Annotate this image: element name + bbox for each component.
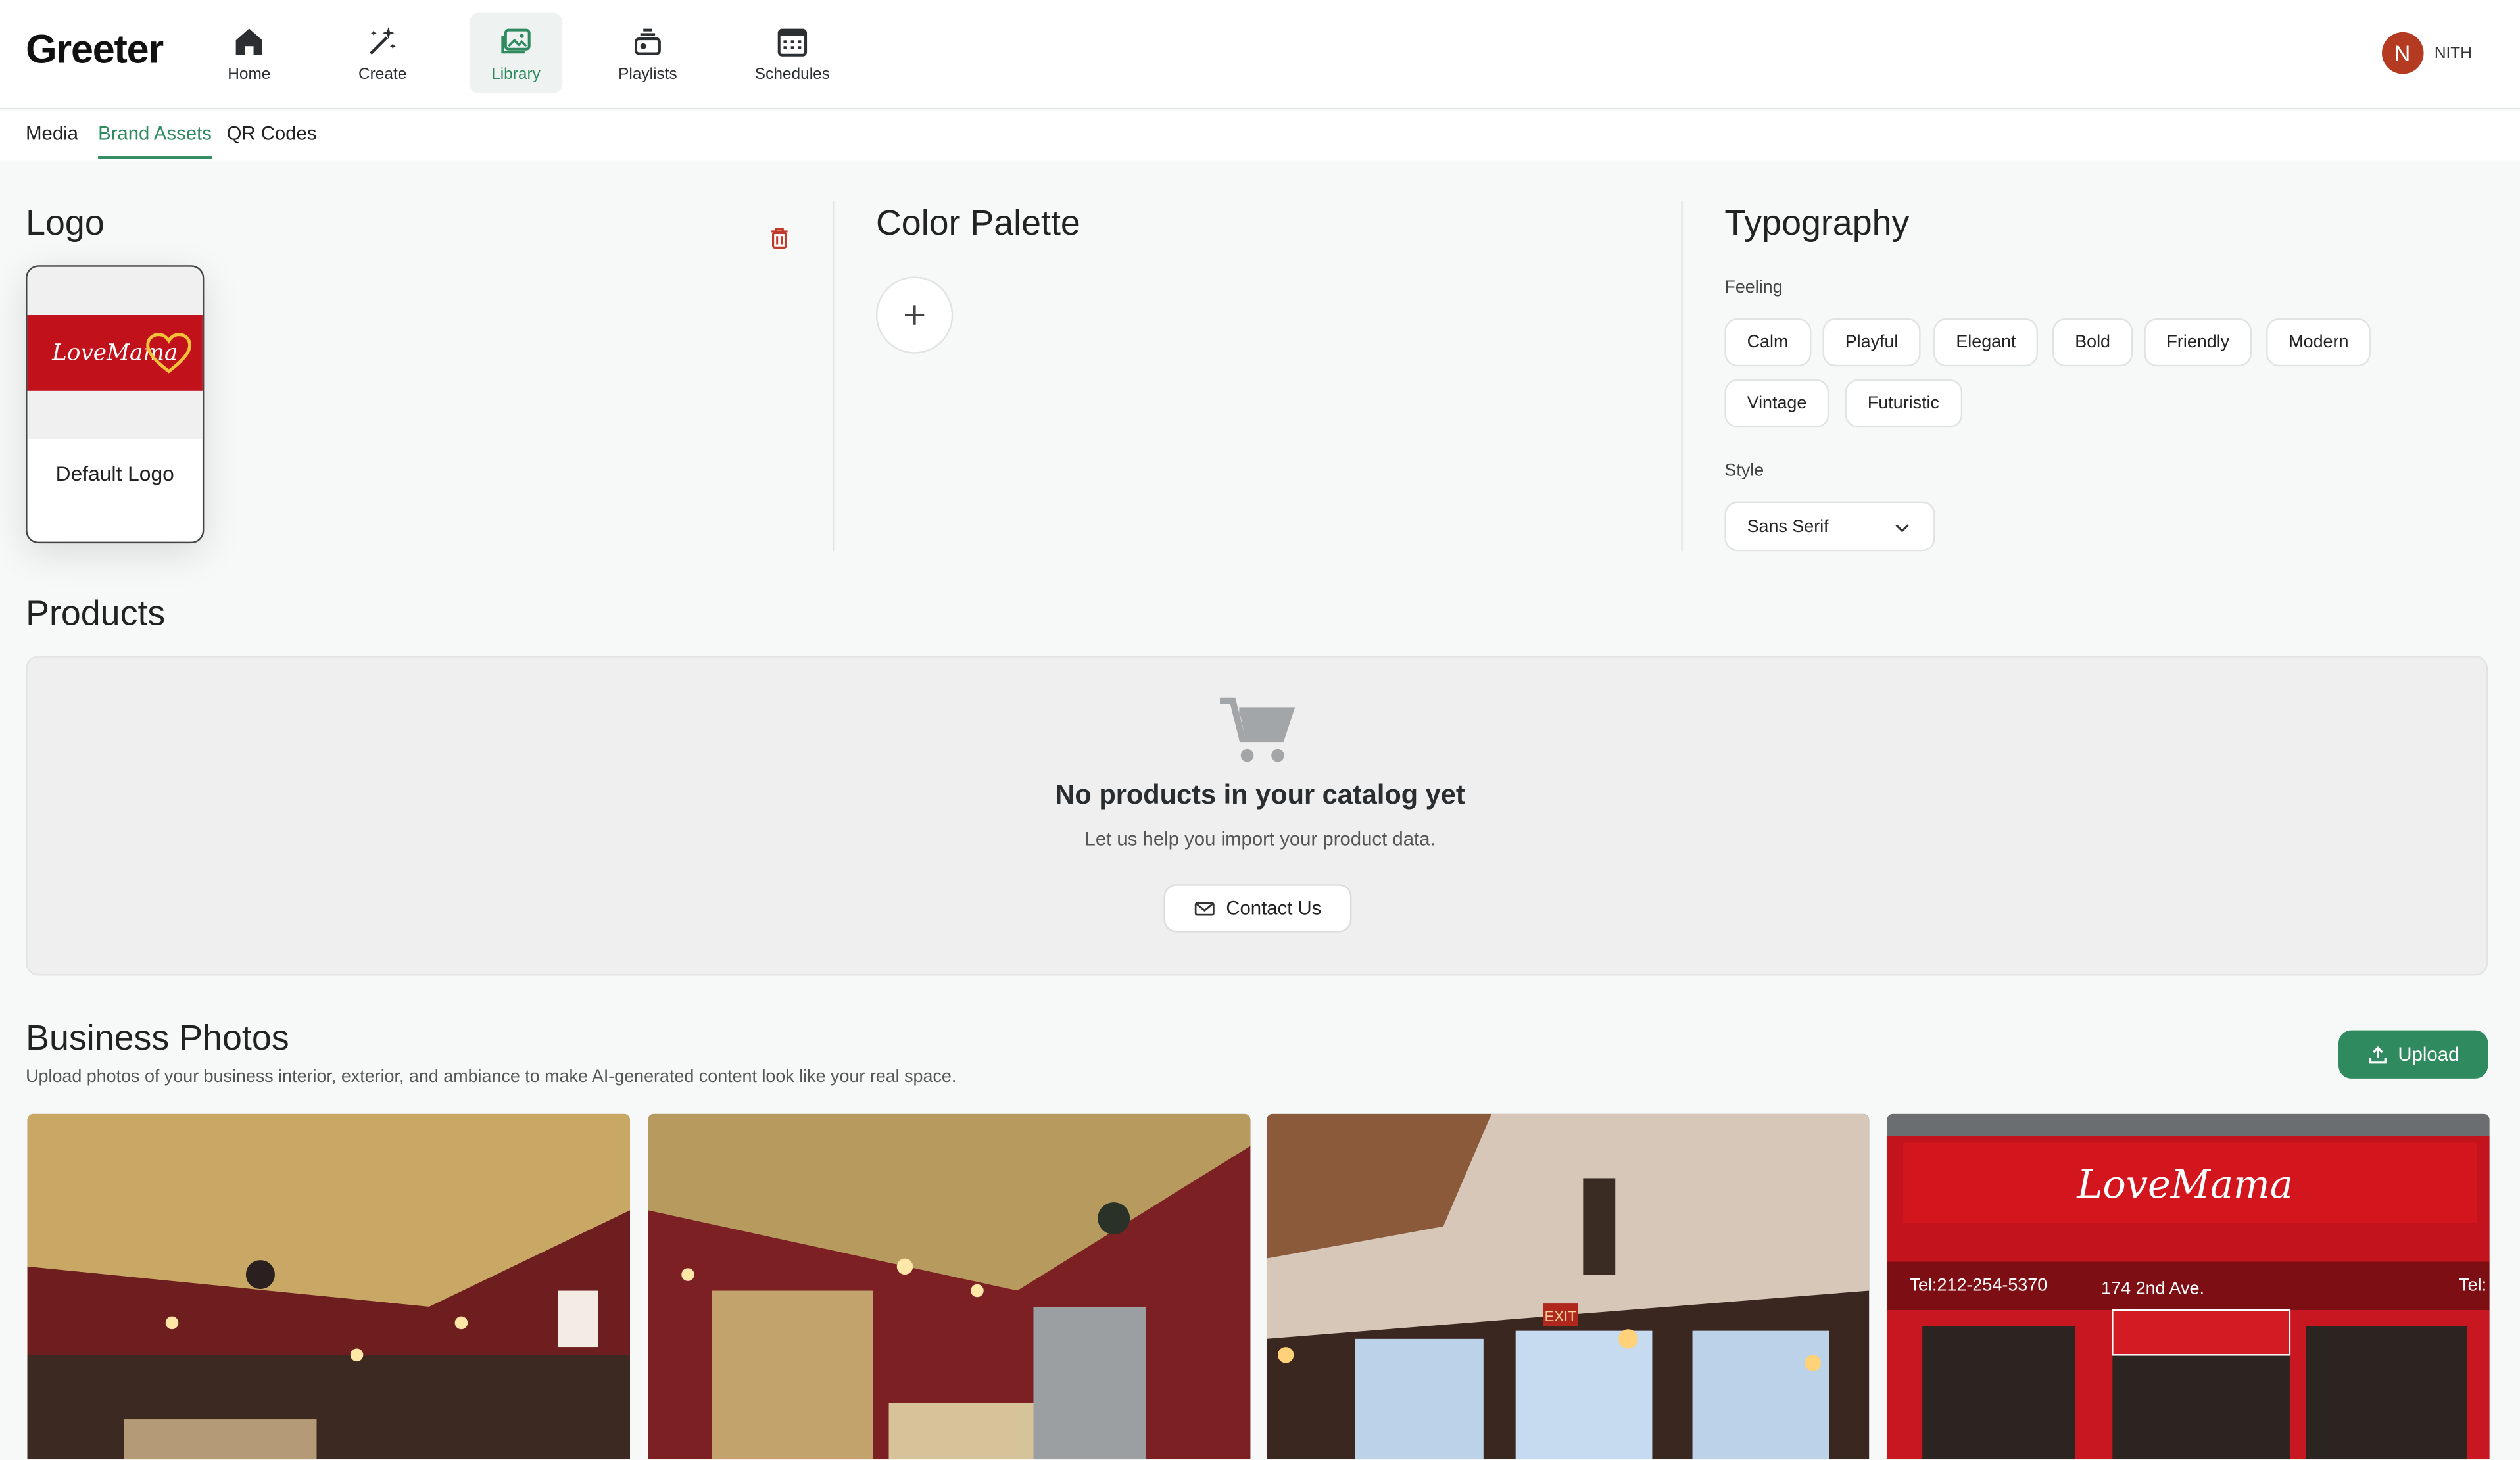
business-photos-subtitle: Upload photos of your business interior,… bbox=[26, 1067, 957, 1087]
plus-icon bbox=[904, 305, 925, 325]
storefront-sign: LoveMama bbox=[2076, 1161, 2293, 1207]
contact-us-button[interactable]: Contact Us bbox=[1163, 884, 1352, 933]
business-photo[interactable] bbox=[647, 1113, 1251, 1460]
chevron-down-icon bbox=[1895, 524, 1909, 533]
nav-playlists-label: Playlists bbox=[618, 64, 677, 83]
color-palette-title: Color Palette bbox=[875, 202, 1080, 243]
feeling-chip-playful[interactable]: Playful bbox=[1822, 318, 1921, 367]
upload-label: Upload bbox=[2398, 1043, 2459, 1066]
nav-create[interactable]: Create bbox=[336, 13, 429, 93]
nav-create-label: Create bbox=[358, 64, 407, 83]
nav-schedules[interactable]: Schedules bbox=[739, 13, 845, 93]
nav-playlists[interactable]: Playlists bbox=[603, 13, 693, 93]
business-photos-title: Business Photos bbox=[26, 1017, 289, 1058]
mail-icon bbox=[1194, 901, 1215, 915]
trash-icon[interactable] bbox=[767, 225, 792, 251]
business-photo[interactable]: EXIT bbox=[1266, 1113, 1870, 1460]
feeling-chip-modern[interactable]: Modern bbox=[2266, 318, 2371, 367]
divider bbox=[1681, 201, 1683, 552]
empty-subtitle: Let us help you import your product data… bbox=[1084, 827, 1436, 850]
logo-card-caption: Default Logo bbox=[55, 461, 174, 486]
sub-tabs: Media Brand Assets QR Codes bbox=[0, 110, 2520, 161]
library-icon bbox=[501, 28, 531, 53]
add-color-button[interactable] bbox=[875, 276, 954, 354]
home-icon bbox=[235, 28, 262, 55]
feeling-chip-elegant[interactable]: Elegant bbox=[1933, 318, 2039, 367]
cart-icon bbox=[1219, 697, 1296, 762]
user-menu[interactable]: N NITH bbox=[2381, 32, 2472, 74]
brand-logo[interactable]: Greeter bbox=[26, 28, 164, 74]
upload-icon bbox=[2369, 1045, 2387, 1063]
magic-wand-icon bbox=[370, 26, 396, 54]
storefront-image: LoveMama Tel:212-254-5370 174 2nd Ave. T… bbox=[1887, 1113, 2490, 1460]
main-nav: Home Create Library Playlists Schedules bbox=[203, 12, 886, 93]
storefront-phone: Tel:212-254-5370 bbox=[1910, 1275, 2048, 1295]
feeling-chip-bold[interactable]: Bold bbox=[2052, 318, 2133, 367]
typography-title: Typography bbox=[1724, 202, 1910, 243]
empty-title: No products in your catalog yet bbox=[1055, 779, 1465, 810]
logo-image-bg bbox=[27, 266, 203, 316]
feeling-chip-friendly[interactable]: Friendly bbox=[2144, 318, 2252, 367]
tab-media[interactable]: Media bbox=[26, 122, 78, 156]
nav-home-label: Home bbox=[228, 64, 271, 83]
restaurant-interior-image bbox=[27, 1113, 631, 1460]
style-label: Style bbox=[1724, 461, 1764, 481]
nav-home[interactable]: Home bbox=[203, 13, 296, 93]
user-name[interactable]: NITH bbox=[2435, 44, 2472, 62]
feeling-chip-vintage[interactable]: Vintage bbox=[1724, 379, 1829, 428]
feeling-chip-futuristic[interactable]: Futuristic bbox=[1845, 379, 1962, 428]
storefront-address: 174 2nd Ave. bbox=[2101, 1278, 2204, 1298]
style-select-value: Sans Serif bbox=[1747, 516, 1829, 537]
business-photo[interactable]: LoveMama Tel:212-254-5370 174 2nd Ave. T… bbox=[1887, 1113, 2490, 1460]
logo-image-bg bbox=[27, 390, 203, 439]
business-photo[interactable] bbox=[27, 1113, 631, 1460]
avatar[interactable]: N bbox=[2381, 32, 2423, 74]
logo-image: LoveMama bbox=[27, 315, 203, 391]
tab-brand-assets[interactable]: Brand Assets bbox=[98, 122, 212, 159]
style-select[interactable]: Sans Serif bbox=[1724, 501, 1935, 552]
default-logo-card[interactable]: LoveMama Default Logo bbox=[26, 265, 205, 544]
restaurant-windows-image: EXIT bbox=[1266, 1113, 1870, 1460]
upload-button[interactable]: Upload bbox=[2338, 1030, 2488, 1079]
feeling-chip-calm[interactable]: Calm bbox=[1724, 318, 1811, 367]
feeling-label: Feeling bbox=[1724, 278, 1783, 298]
top-bar: Greeter Home Create Library Playlists Sc… bbox=[0, 0, 2520, 110]
contact-us-label: Contact Us bbox=[1226, 896, 1322, 919]
playlists-icon bbox=[634, 28, 661, 55]
tab-qr-codes[interactable]: QR Codes bbox=[227, 122, 317, 156]
divider bbox=[832, 201, 835, 552]
heart-icon bbox=[146, 333, 192, 374]
nav-library-label: Library bbox=[491, 64, 541, 83]
exit-sign: EXIT bbox=[1545, 1308, 1577, 1325]
nav-library[interactable]: Library bbox=[469, 12, 563, 93]
products-title: Products bbox=[26, 593, 166, 633]
restaurant-counter-image bbox=[647, 1113, 1251, 1460]
calendar-icon bbox=[777, 28, 808, 56]
nav-schedules-label: Schedules bbox=[754, 64, 830, 83]
logo-section-title: Logo bbox=[26, 202, 105, 243]
storefront-phone-right: Tel: bbox=[2459, 1275, 2486, 1295]
